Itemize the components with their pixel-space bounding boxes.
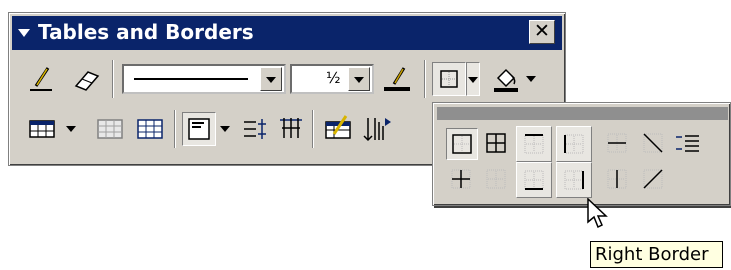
align-top-left-icon [188,118,210,140]
outside-border-button[interactable] [432,62,466,96]
inside-border-icon [451,169,471,189]
toolbar-separator [312,110,314,148]
inside-horizontal-border-icon [607,133,627,153]
sort-button[interactable] [360,112,396,146]
line-style-dropdown[interactable] [122,64,286,94]
outside-border-icon [452,134,472,154]
right-border-icon [564,170,584,190]
split-cells-button[interactable] [132,112,168,146]
toolbar-menu-arrow-icon[interactable] [18,29,30,37]
toolbar-title-bar[interactable]: Tables and Borders ✕ [12,16,562,50]
right-border-option[interactable] [556,162,592,198]
line-weight-dropdown-arrow[interactable] [348,67,370,91]
close-icon: ✕ [534,20,550,42]
inside-border-option[interactable] [446,164,478,196]
paint-bucket-icon [494,68,518,92]
shading-color-button[interactable] [488,62,542,96]
top-border-icon [524,134,544,154]
diagonal-up-border-icon [643,169,663,189]
bottom-border-icon [524,170,544,190]
left-border-option[interactable] [556,126,592,162]
chevron-down-icon [468,77,478,83]
line-style-dropdown-arrow[interactable] [260,67,282,91]
horizontal-line-option[interactable] [672,128,704,160]
draw-table-button[interactable] [26,62,62,96]
pencil-icon [30,67,52,91]
all-borders-option[interactable] [481,128,513,160]
insert-table-button[interactable] [26,112,82,146]
line-weight-dropdown[interactable]: ½ [290,64,374,94]
distribute-rows-icon [244,119,266,139]
align-button[interactable] [182,112,216,146]
chevron-down-icon [526,76,536,82]
chevron-down-icon [266,77,276,83]
no-border-icon [486,169,506,189]
line-weight-value: ½ [326,69,341,87]
eraser-button[interactable] [70,62,106,96]
eraser-icon [74,71,100,91]
line-style-sample [134,78,248,80]
palette-drag-handle[interactable] [437,107,728,120]
diagonal-up-border-option[interactable] [638,164,670,196]
toolbar-separator [424,60,426,98]
outside-border-icon [440,70,458,88]
close-button[interactable]: ✕ [529,20,555,44]
top-border-option[interactable] [516,126,552,162]
sort-icon [363,118,391,142]
outside-border-dropdown-arrow[interactable] [466,62,480,96]
inside-horizontal-border-option[interactable] [602,128,634,160]
border-color-pen-icon [384,67,410,91]
diagonal-down-border-icon [643,133,663,153]
table-autoformat-button[interactable] [320,112,356,146]
all-borders-icon [486,133,506,153]
mouse-pointer-icon [586,198,610,232]
table-autoformat-icon [325,115,351,139]
merge-cells-icon [97,119,123,139]
diagonal-down-border-option[interactable] [638,128,670,160]
outside-border-option[interactable] [446,128,478,160]
bottom-border-option[interactable] [516,162,552,198]
inside-vertical-border-icon [607,169,627,189]
distribute-columns-button[interactable] [274,112,308,146]
align-dropdown-arrow[interactable] [218,112,232,146]
toolbar-title: Tables and Borders [38,20,254,44]
tooltip: Right Border [590,241,723,268]
distribute-rows-button[interactable] [238,112,272,146]
insert-table-icon [29,120,55,138]
no-border-option[interactable] [481,164,513,196]
merge-cells-button[interactable] [92,112,128,146]
distribute-columns-icon [280,118,302,138]
split-cells-icon [137,119,163,139]
border-color-button[interactable] [380,62,416,96]
toolbar-separator [174,110,176,148]
toolbar-separator [112,60,114,98]
inside-vertical-border-option[interactable] [602,164,634,196]
horizontal-line-icon [676,135,699,152]
chevron-down-icon [66,126,76,132]
left-border-icon [564,134,584,154]
chevron-down-icon [354,77,364,83]
chevron-down-icon [220,126,230,132]
